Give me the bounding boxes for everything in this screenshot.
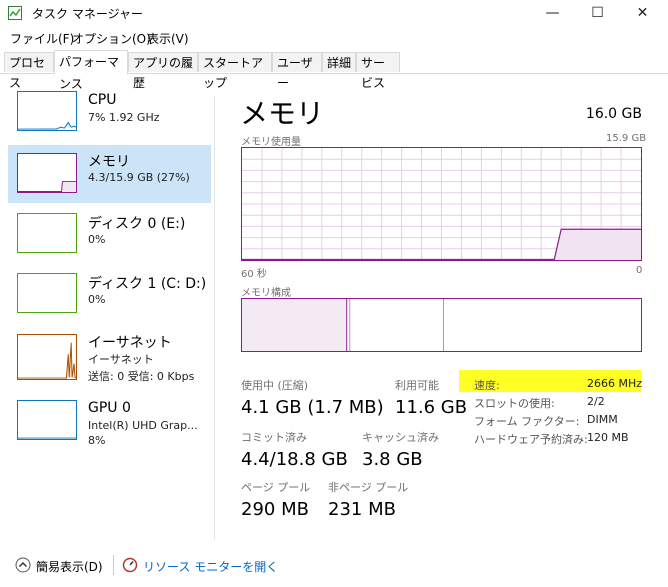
committed-value: 4.4/18.8 GB xyxy=(241,449,348,470)
chevron-up-icon[interactable] xyxy=(15,557,31,573)
resource-detail: 0% xyxy=(88,233,106,246)
tab-processes[interactable]: プロセス xyxy=(4,52,54,90)
nonpaged-pool-value: 231 MB xyxy=(328,499,396,520)
tab-details[interactable]: 詳細 xyxy=(322,52,356,72)
resource-name: CPU xyxy=(88,92,117,108)
resource-detail: 7% 1.92 GHz xyxy=(88,111,160,124)
window-title: タスク マネージャー xyxy=(32,7,143,21)
hardware-reserved-label: ハードウェア予約済み: xyxy=(474,433,588,446)
fewer-details-link[interactable]: 簡易表示(D) xyxy=(36,558,103,575)
resource-item-ethernet[interactable]: イーサネット イーサネット 送信: 0 受信: 0 Kbps xyxy=(8,328,211,386)
resource-name: ディスク 1 (C: D:) xyxy=(88,276,207,292)
menu-bar: ファイル(F) オプション(O) 表示(V) xyxy=(0,28,668,48)
close-button[interactable]: ✕ xyxy=(620,0,665,26)
memory-usage-graph xyxy=(241,147,642,261)
resource-throughput: 送信: 0 受信: 0 Kbps xyxy=(88,370,195,383)
resource-item-memory[interactable]: メモリ 4.3/15.9 GB (27%) xyxy=(8,145,211,203)
resource-item-cpu[interactable]: CPU 7% 1.92 GHz xyxy=(8,87,211,145)
resource-item-disk-0[interactable]: ディスク 0 (E:) 0% xyxy=(8,207,211,265)
tab-app-history[interactable]: アプリの履歴 xyxy=(128,52,198,90)
page-title: メモリ xyxy=(240,97,325,130)
resource-name: ディスク 0 (E:) xyxy=(88,216,186,232)
footer-bar: 簡易表示(D) リソース モニターを開く xyxy=(0,546,668,587)
speed-label: 速度: xyxy=(474,379,500,392)
speed-value: 2666 MHz xyxy=(587,377,643,390)
open-resource-monitor-link[interactable]: リソース モニターを開く xyxy=(143,558,278,575)
cached-value: 3.8 GB xyxy=(362,449,423,470)
disk-0-thumbnail-graph xyxy=(17,213,77,253)
form-factor-value: DIMM xyxy=(587,413,618,426)
pane-divider[interactable] xyxy=(214,96,215,540)
in-use-value: 4.1 GB (1.7 MB) xyxy=(241,397,384,418)
time-axis-start: 60 秒 xyxy=(241,269,267,280)
resource-monitor-icon xyxy=(122,557,138,573)
committed-label: コミット済み xyxy=(241,431,307,444)
resource-detail: 4.3/15.9 GB (27%) xyxy=(88,171,190,184)
available-label: 利用可能 xyxy=(395,379,439,392)
slots-label: スロットの使用: xyxy=(474,397,555,410)
minimize-button[interactable]: — xyxy=(530,0,575,26)
time-axis-end: 0 xyxy=(636,265,643,276)
nonpaged-pool-label: 非ページ プール xyxy=(328,481,409,494)
in-use-label: 使用中 (圧縮) xyxy=(241,379,309,392)
tab-performance[interactable]: パフォーマンス xyxy=(54,50,128,91)
maximize-button[interactable]: ☐ xyxy=(575,0,620,26)
resource-name: GPU 0 xyxy=(88,400,131,416)
tab-bar: プロセス パフォーマンス アプリの履歴 スタートアップ ユーザー 詳細 サービス xyxy=(0,50,668,91)
usage-graph-max: 15.9 GB xyxy=(606,133,647,144)
paged-pool-label: ページ プール xyxy=(241,481,311,494)
memory-composition-bar xyxy=(241,298,642,352)
cached-label: キャッシュ済み xyxy=(362,431,439,444)
paged-pool-value: 290 MB xyxy=(241,499,309,520)
memory-thumbnail-graph xyxy=(17,153,77,193)
menu-file[interactable]: ファイル(F) xyxy=(10,30,74,47)
resource-item-disk-1[interactable]: ディスク 1 (C: D:) 0% xyxy=(8,267,211,325)
hardware-reserved-value: 120 MB xyxy=(587,431,629,444)
slots-value: 2/2 xyxy=(587,395,605,408)
cpu-thumbnail-graph xyxy=(17,91,77,131)
resource-detail: Intel(R) UHD Grap... xyxy=(88,419,198,432)
resource-utilization: 8% xyxy=(88,434,106,447)
tab-users[interactable]: ユーザー xyxy=(272,52,322,90)
resource-detail: イーサネット xyxy=(88,353,154,366)
task-manager-icon xyxy=(8,6,22,20)
usage-graph-label: メモリ使用量 xyxy=(241,137,301,148)
ethernet-thumbnail-graph xyxy=(17,334,77,380)
resource-name: メモリ xyxy=(88,154,130,170)
tab-startup[interactable]: スタートアップ xyxy=(198,52,272,90)
footer-separator xyxy=(113,555,114,575)
task-manager-window: タスク マネージャー — ☐ ✕ ファイル(F) オプション(O) 表示(V) … xyxy=(0,0,668,587)
menu-options[interactable]: オプション(O) xyxy=(72,30,151,47)
composition-label: メモリ構成 xyxy=(241,288,291,299)
available-value: 11.6 GB xyxy=(395,397,468,418)
disk-1-thumbnail-graph xyxy=(17,273,77,313)
resource-name: イーサネット xyxy=(88,335,172,351)
form-factor-label: フォーム ファクター: xyxy=(474,415,580,428)
title-bar: タスク マネージャー — ☐ ✕ xyxy=(0,0,668,26)
tab-services[interactable]: サービス xyxy=(356,52,400,90)
menu-view[interactable]: 表示(V) xyxy=(147,30,189,47)
resource-item-gpu[interactable]: GPU 0 Intel(R) UHD Grap... 8% xyxy=(8,394,211,452)
memory-total: 16.0 GB xyxy=(585,106,642,122)
resource-detail: 0% xyxy=(88,293,106,306)
gpu-thumbnail-graph xyxy=(17,400,77,440)
